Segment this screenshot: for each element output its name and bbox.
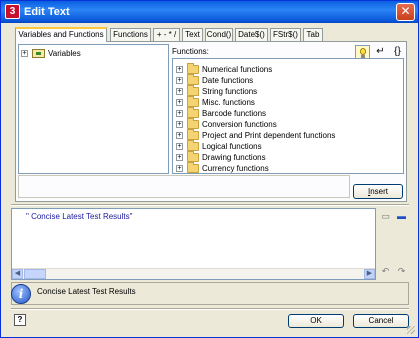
scroll-right-icon[interactable]: ▶: [364, 269, 375, 279]
expand-icon[interactable]: +: [176, 110, 183, 117]
description-area: [18, 175, 350, 198]
tree-item-barcode-functions[interactable]: + Barcode functions: [176, 107, 401, 119]
tree-item-label: Project and Print dependent functions: [202, 131, 336, 140]
tab-variables-and-functions[interactable]: Variables and Functions: [15, 27, 107, 42]
expand-icon[interactable]: +: [176, 154, 183, 161]
tree-item-label: Conversion functions: [202, 120, 277, 129]
title-bar[interactable]: 3 Edit Text ✕: [1, 1, 418, 23]
tree-item-numerical-functions[interactable]: + Numerical functions: [176, 63, 401, 75]
tree-item-misc-functions[interactable]: + Misc. functions: [176, 96, 401, 108]
tab-date[interactable]: Date$(): [235, 28, 268, 41]
tree-item-label: Currency functions: [202, 164, 269, 173]
result-preview-text: Concise Latest Test Results: [37, 287, 136, 296]
expression-text[interactable]: " Concise Latest Test Results": [26, 212, 132, 222]
expression-editor[interactable]: " Concise Latest Test Results" ◀ ▶: [11, 208, 376, 280]
expand-icon[interactable]: +: [176, 132, 183, 139]
folder-icon: [187, 151, 199, 162]
folder-icon: [187, 107, 199, 118]
tree-item-currency-functions[interactable]: + Currency functions: [176, 162, 401, 174]
field-blue-icon[interactable]: ▬: [395, 212, 408, 221]
variables-tree[interactable]: + Variables: [18, 44, 169, 174]
undo-icon[interactable]: ↶: [379, 267, 392, 276]
tab-text[interactable]: Text: [182, 28, 203, 41]
footer-divider: [11, 308, 409, 310]
folder-icon: [187, 96, 199, 107]
tree-item-string-functions[interactable]: + String functions: [176, 85, 401, 97]
scrollbar-thumb[interactable]: [24, 269, 46, 279]
tree-item-logical-functions[interactable]: + Logical functions: [176, 140, 401, 152]
tab-functions[interactable]: Functions: [110, 28, 151, 41]
expand-icon[interactable]: +: [176, 165, 183, 172]
cancel-button[interactable]: Cancel: [353, 314, 409, 328]
insert-button[interactable]: Insert: [353, 184, 403, 199]
tree-item-label: Barcode functions: [202, 109, 267, 118]
variables-icon: [32, 49, 45, 58]
expand-icon[interactable]: +: [176, 66, 183, 73]
tree-item-conversion-functions[interactable]: + Conversion functions: [176, 118, 401, 130]
expand-icon[interactable]: +: [176, 88, 183, 95]
tree-item-drawing-functions[interactable]: + Drawing functions: [176, 151, 401, 163]
field-grey-icon[interactable]: ▭: [379, 212, 392, 221]
redo-icon[interactable]: ↷: [395, 267, 408, 276]
scroll-left-icon[interactable]: ◀: [12, 269, 23, 279]
tree-item-label: String functions: [202, 87, 258, 96]
expand-icon[interactable]: +: [176, 143, 183, 150]
functions-label: Functions:: [172, 47, 209, 56]
tree-item-label: Variables: [48, 49, 81, 58]
folder-icon: [187, 118, 199, 129]
tree-item-label: Misc. functions: [202, 98, 255, 107]
tab-cond[interactable]: Cond(): [205, 28, 233, 41]
tree-item-label: Logical functions: [202, 142, 262, 151]
info-icon: i: [11, 284, 31, 304]
folder-icon: [187, 63, 199, 74]
folder-icon: [187, 74, 199, 85]
app-icon: 3: [5, 4, 20, 19]
tab-fstr[interactable]: FStr$(): [270, 28, 301, 41]
horizontal-scrollbar[interactable]: ◀ ▶: [12, 268, 375, 279]
folder-icon: [187, 140, 199, 151]
expand-icon[interactable]: +: [176, 121, 183, 128]
expand-icon[interactable]: +: [21, 50, 28, 57]
folder-icon: [187, 129, 199, 140]
tab-operators[interactable]: + - * /: [153, 28, 180, 41]
help-button[interactable]: ?: [14, 314, 26, 326]
tree-item-variables[interactable]: + Variables: [21, 48, 141, 59]
tree-item-date-functions[interactable]: + Date functions: [176, 74, 401, 86]
expand-icon[interactable]: +: [176, 99, 183, 106]
insert-label: nsert: [370, 187, 389, 196]
expand-icon[interactable]: +: [176, 77, 183, 84]
tree-item-project-print-functions[interactable]: + Project and Print dependent functions: [176, 129, 401, 141]
tab-tab[interactable]: Tab: [303, 28, 323, 41]
tree-item-label: Drawing functions: [202, 153, 266, 162]
edit-text-dialog: 3 Edit Text ✕ Variables and Functions Fu…: [0, 0, 419, 338]
close-button[interactable]: ✕: [396, 3, 415, 21]
folder-icon: [187, 162, 199, 173]
ok-button[interactable]: OK: [288, 314, 344, 328]
window-title: Edit Text: [24, 6, 70, 18]
resize-grip[interactable]: [407, 326, 415, 334]
section-divider: [11, 204, 409, 206]
folder-icon: [187, 85, 199, 96]
tree-item-label: Date functions: [202, 76, 254, 85]
tree-item-label: Numerical functions: [202, 65, 273, 74]
functions-tree[interactable]: + Numerical functions + Date functions +…: [172, 58, 404, 174]
